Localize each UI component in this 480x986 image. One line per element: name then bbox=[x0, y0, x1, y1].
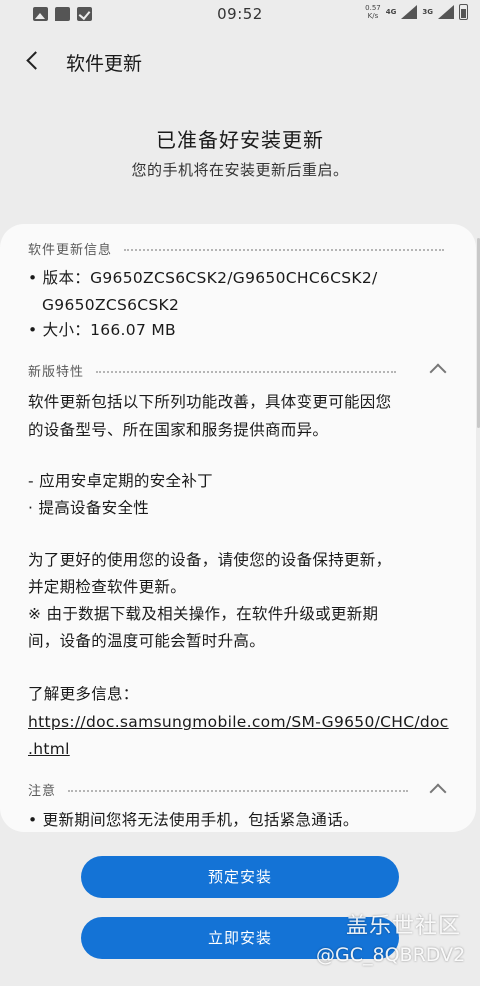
features-section-header: 新版特性 bbox=[28, 361, 397, 380]
info-section-title: 软件更新信息 bbox=[28, 243, 113, 258]
update-details-card[interactable]: 软件更新信息 • 版本：G9650ZCS6CSK2/G9650CHC6CSK2/… bbox=[0, 224, 476, 832]
features-line: 为了更好的使用您的设备，请使您的设备保持更新， bbox=[28, 551, 392, 569]
network-type-label: 4G bbox=[385, 8, 397, 16]
back-arrow-icon[interactable] bbox=[22, 48, 46, 74]
collapse-features-chevron-up-icon[interactable] bbox=[429, 363, 447, 381]
features-line: · 提高设备安全性 bbox=[28, 499, 150, 517]
section-divider bbox=[96, 370, 397, 373]
notice-section-header: 注意 bbox=[28, 780, 409, 799]
watermark-user: @GC_8QBRDV2 bbox=[316, 944, 466, 966]
network-type2-label: 3G bbox=[422, 8, 433, 16]
section-divider bbox=[68, 789, 409, 792]
features-line: ※ 由于数据下载及相关操作，在软件升级或更新期 bbox=[28, 605, 379, 623]
network-speed-value: 0.57 bbox=[365, 4, 381, 12]
features-line: 软件更新包括以下所列功能改善，具体变更可能因您 bbox=[28, 393, 392, 411]
features-section-title: 新版特性 bbox=[28, 365, 85, 380]
status-right: 0.57 K/s 4G 3G bbox=[365, 4, 468, 20]
features-line: 了解更多信息： bbox=[28, 685, 139, 703]
collapse-notice-chevron-up-icon[interactable] bbox=[429, 783, 447, 801]
release-notes-link-cont[interactable]: .html bbox=[28, 735, 70, 764]
network-speed-unit: K/s bbox=[367, 12, 379, 20]
info-section-header: 软件更新信息 bbox=[28, 239, 445, 258]
release-notes-link[interactable]: https://doc.samsungmobile.com/SM-G9650/C… bbox=[28, 708, 449, 737]
features-line: 的设备型号、所在国家和服务提供商而异。 bbox=[28, 421, 329, 439]
watermark-community: 盖乐世社区 bbox=[346, 914, 462, 939]
schedule-install-button[interactable]: 预定安装 bbox=[81, 856, 399, 898]
battery-icon bbox=[459, 4, 468, 20]
section-divider bbox=[124, 248, 445, 251]
size-line: • 大小：166.07 MB bbox=[28, 321, 176, 339]
page-title: 软件更新 bbox=[66, 53, 143, 75]
version-line: • 版本：G9650ZCS6CSK2/G9650CHC6CSK2/ bbox=[28, 269, 378, 287]
ready-headline: 已准备好安装更新 bbox=[156, 128, 324, 152]
network-speed: 0.57 K/s bbox=[365, 4, 381, 20]
features-line: 间，设备的温度可能会暂时升高。 bbox=[28, 632, 266, 650]
restart-subtitle: 您的手机将在安装更新后重启。 bbox=[131, 161, 349, 179]
notice-line: • 更新期间您将无法使用手机，包括紧急通话。 bbox=[28, 811, 359, 829]
notice-section-title: 注意 bbox=[28, 784, 57, 799]
signal2-icon bbox=[438, 5, 454, 19]
status-bar: 09:52 0.57 K/s 4G 3G bbox=[0, 0, 480, 30]
features-line: 并定期检查软件更新。 bbox=[28, 578, 187, 596]
app-header: 软件更新 bbox=[0, 40, 480, 84]
features-line: - 应用安卓定期的安全补丁 bbox=[28, 472, 213, 490]
signal-icon bbox=[401, 5, 418, 19]
